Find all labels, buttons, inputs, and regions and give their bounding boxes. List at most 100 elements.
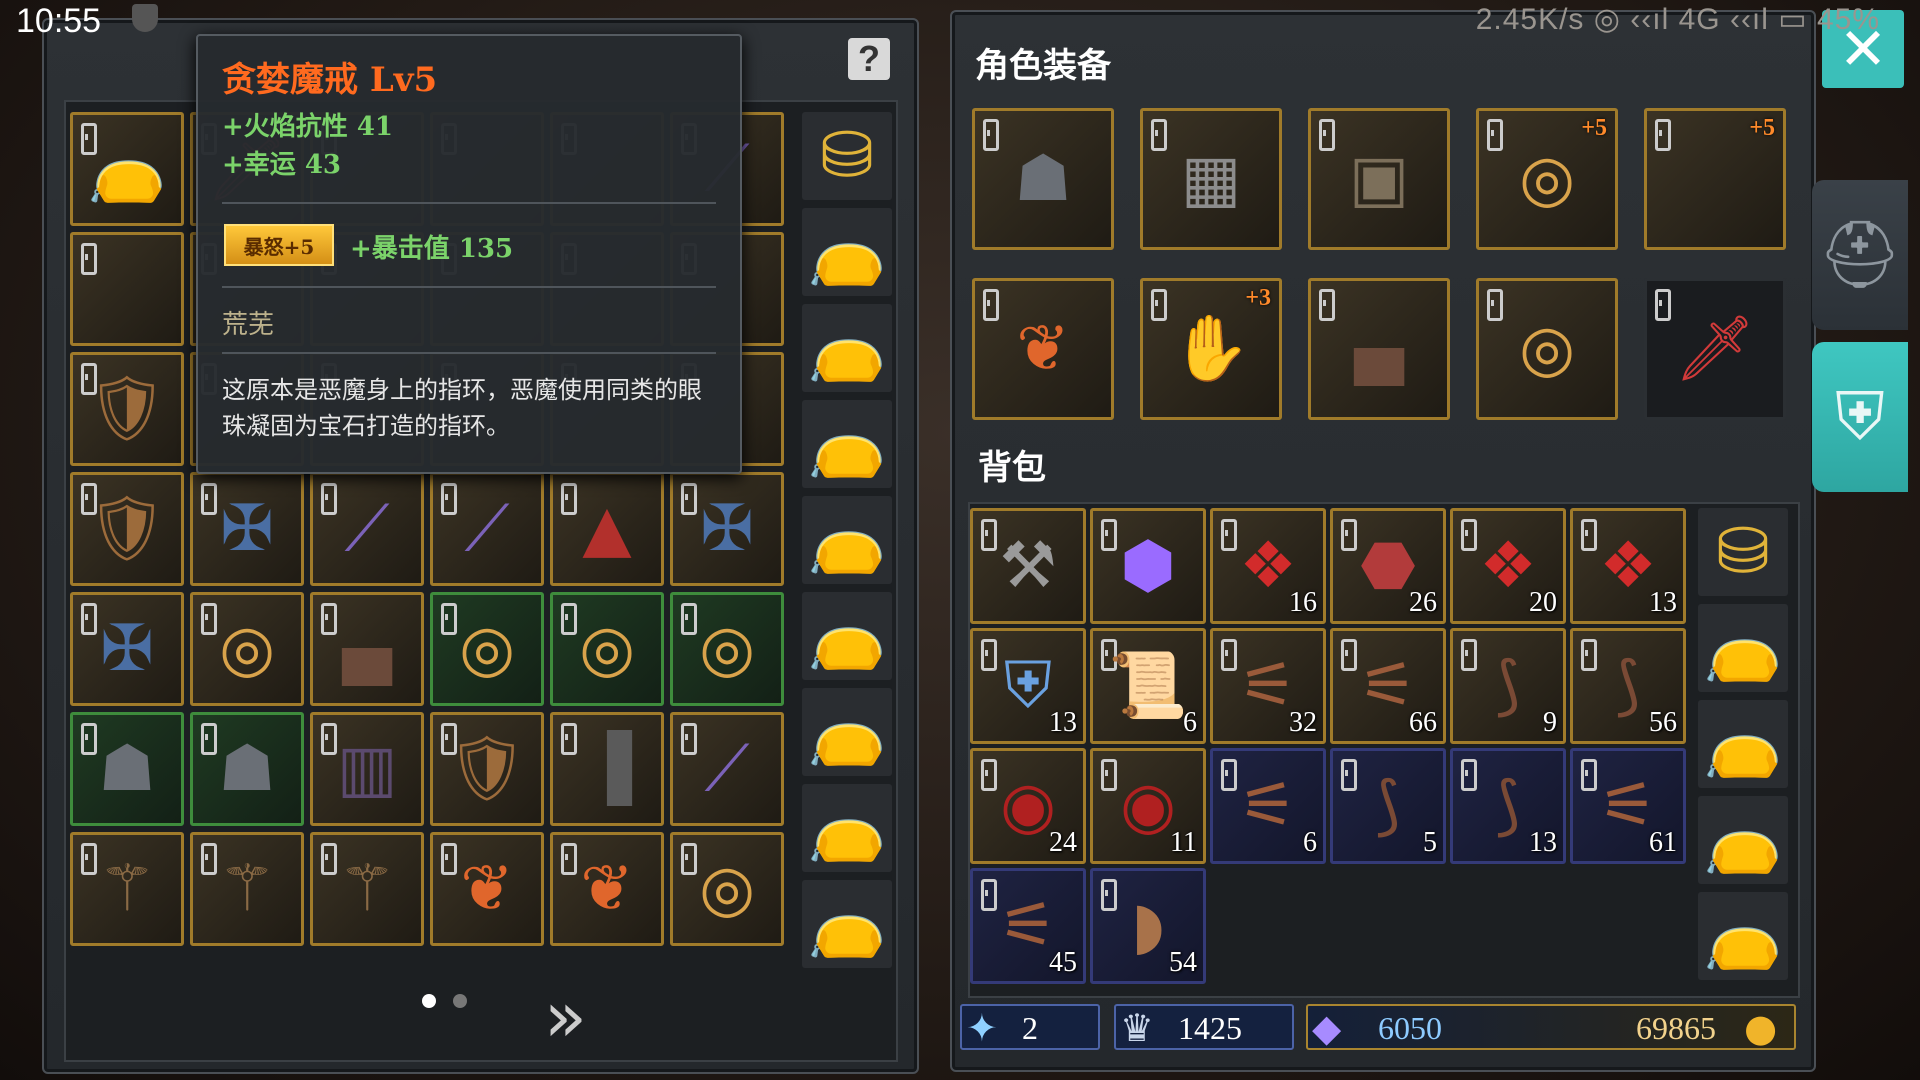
inventory-slot[interactable]: ◎ [670,832,784,946]
amulet-icon: ❦ [1016,312,1070,386]
inventory-slot[interactable]: ✠ [190,472,304,586]
stat-crit: +暴击值 135 [350,234,514,264]
equipment-slot[interactable]: ◎ +5 [1476,108,1618,250]
inventory-slot[interactable]: ◎ [430,592,544,706]
backpack-side-slot[interactable]: 👝 [1698,700,1788,788]
backpack-slot[interactable]: ⚟ 66 [1330,628,1446,744]
ring-icon: ◎ [459,612,515,686]
backpack-slot[interactable]: ⚟ 32 [1210,628,1326,744]
equipment-slot[interactable]: ▄ [1308,278,1450,420]
tab-equipment[interactable]: ⛑ [1812,180,1908,330]
inventory-slot[interactable]: ☗ [190,712,304,826]
item-count: 11 [1170,827,1197,858]
inventory-slot[interactable]: ❦ [430,832,544,946]
inventory-side-slot[interactable]: 👝 [802,688,892,776]
inventory-side-slot[interactable]: ⛁ [802,112,892,200]
equipment-slot[interactable]: ▣ [1308,108,1450,250]
next-page-button[interactable]: » [544,976,587,1058]
armor-icon: 🛡 [446,732,528,806]
help-button[interactable]: ? [848,38,890,80]
stat-fire-resist: +火焰抗性 41 [222,112,394,142]
backpack-slot[interactable]: ⟆ 9 [1450,628,1566,744]
inventory-slot[interactable]: ⟋ [670,712,784,826]
backpack-side-slot[interactable]: 👝 [1698,796,1788,884]
armor-icon: 🛡 [86,372,168,446]
inventory-slot[interactable]: 🛡 [70,352,184,466]
inventory-slot[interactable]: ⟋ [310,472,424,586]
equipment-slot[interactable]: ▦ [1140,108,1282,250]
equipment-slot[interactable]: +5 [1644,108,1786,250]
inventory-slot[interactable]: ▄ [310,592,424,706]
inventory-slot[interactable]: 🛡 [430,712,544,826]
lock-icon [1655,119,1671,151]
ring-icon: ◎ [1519,312,1575,386]
backpack-slot[interactable]: ❖ 16 [1210,508,1326,624]
inventory-slot[interactable]: ◎ [190,592,304,706]
equipment-slot[interactable]: ◎ [1476,278,1618,420]
backpack-slot[interactable]: ◉ 24 [970,748,1086,864]
inventory-slot[interactable]: ☗ [70,712,184,826]
backpack-side-slot[interactable]: 👝 [1698,892,1788,980]
staff-icon: ⚚ [338,852,396,926]
equipment-slot[interactable]: ❦ [972,278,1114,420]
crystal-count: 6050 [1378,1010,1442,1046]
equipment-slot[interactable]: 🗡 [1644,278,1786,420]
item-description: 这原本是恶魔身上的指环，恶魔使用同类的眼珠凝固为宝石打造的指环。 [222,376,702,440]
backpack-slot[interactable]: ◗ 54 [1090,868,1206,984]
item-count: 56 [1649,707,1677,738]
inventory-slot[interactable] [70,232,184,346]
inventory-slot[interactable]: ▥ [310,712,424,826]
backpack-slot[interactable]: ⛨ 13 [970,628,1086,744]
inventory-slot[interactable]: 👝 [70,112,184,226]
backpack-slot[interactable]: ⚟ 61 [1570,748,1686,864]
backpack-side-slot[interactable]: 👝 [1698,604,1788,692]
backpack-slot[interactable]: ◉ 11 [1090,748,1206,864]
crossbow-icon: ✠ [700,492,754,566]
item-count: 26 [1409,587,1437,618]
inventory-side-slot[interactable]: 👝 [802,496,892,584]
equipment-slot[interactable]: ☗ [972,108,1114,250]
inventory-slot[interactable]: ▐ [550,712,664,826]
backpack-slot[interactable]: ❖ 20 [1450,508,1566,624]
inventory-side-slot[interactable]: 👝 [802,208,892,296]
inventory-slot[interactable]: ◎ [550,592,664,706]
inventory-side-slot[interactable]: 👝 [802,784,892,872]
backpack-slot[interactable]: ⟆ 13 [1450,748,1566,864]
backpack-side-slot[interactable]: ⛁ [1698,508,1788,596]
inventory-slot[interactable]: ⟋ [430,472,544,586]
inventory-slot[interactable]: 🛡 [70,472,184,586]
backpack-slot[interactable]: ⚟ 6 [1210,748,1326,864]
inventory-slot[interactable]: ▲ [550,472,664,586]
backpack-slot[interactable]: ⚟ 45 [970,868,1086,984]
inventory-slot[interactable]: ✠ [670,472,784,586]
inventory-slot[interactable]: ⚚ [70,832,184,946]
lock-icon [81,243,97,275]
bag-icon: 👝 [1703,707,1783,781]
ring-icon: ◎ [579,612,635,686]
inventory-slot[interactable]: ✠ [70,592,184,706]
inventory-side-slot[interactable]: 👝 [802,880,892,968]
equipment-slot[interactable]: ✋ +3 [1140,278,1282,420]
inventory-side-slot[interactable]: 👝 [802,304,892,392]
page-dot-active[interactable] [422,994,436,1008]
backpack-slot[interactable]: ⬢ [1090,508,1206,624]
backpack-slot[interactable]: ❖ 13 [1570,508,1686,624]
backpack-slot[interactable]: ⟆ 5 [1330,748,1446,864]
staff-icon: ⚚ [98,852,156,926]
inventory-side-slot[interactable]: 👝 [802,592,892,680]
backpack-slot[interactable]: ⟆ 56 [1570,628,1686,744]
inventory-side-slot[interactable]: 👝 [802,400,892,488]
backpack-slot[interactable]: ⚒ [970,508,1086,624]
backpack-slot[interactable]: ⬣ 26 [1330,508,1446,624]
inventory-slot[interactable]: ⚚ [190,832,304,946]
battery-saver-icon [132,4,158,32]
inventory-slot[interactable]: ⚚ [310,832,424,946]
inventory-slot[interactable]: ❦ [550,832,664,946]
item-count: 13 [1049,707,1077,738]
page-dot[interactable] [453,994,467,1008]
backpack-slot[interactable]: 📜 6 [1090,628,1206,744]
tab-skills[interactable]: ⛨ [1812,342,1908,492]
inventory-slot[interactable]: ◎ [670,592,784,706]
spear-icon: ⟋ [704,732,750,806]
item-name: 贪婪魔戒 Lv5 [222,60,438,100]
